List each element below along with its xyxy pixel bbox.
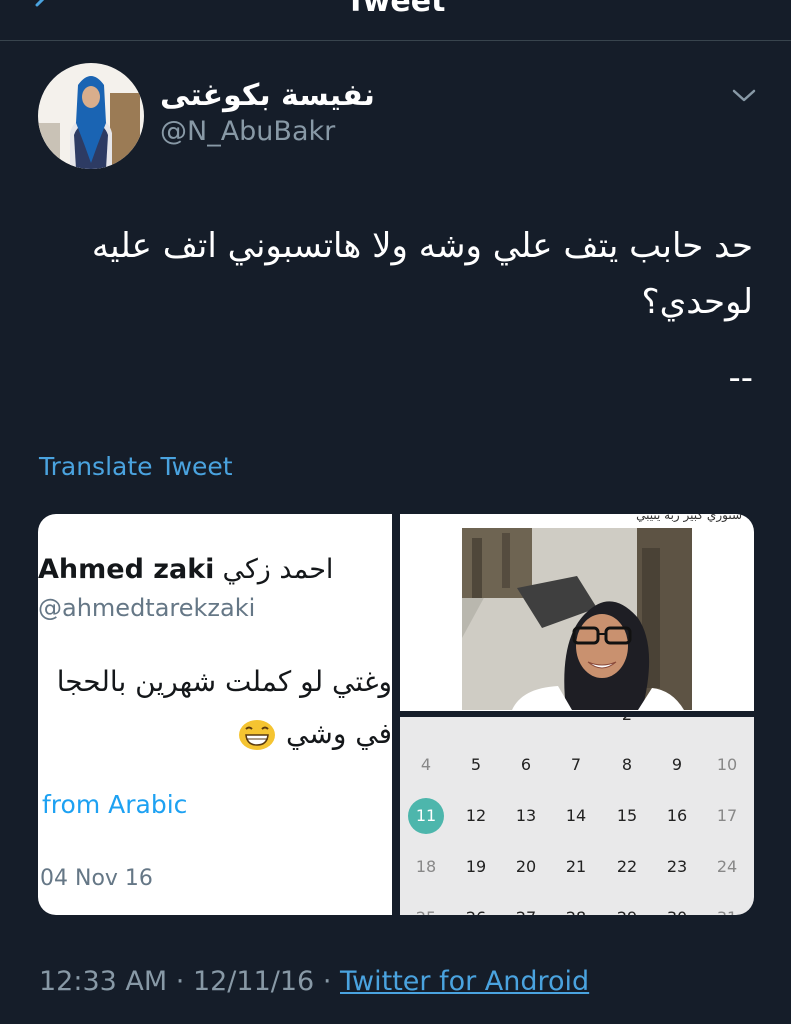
calendar-day: 20	[515, 857, 537, 876]
calendar-day: 8	[621, 755, 633, 774]
calendar-week-row: 11 12 13 14 15 16 17	[400, 798, 754, 834]
laughing-face-icon	[239, 720, 276, 750]
calendar-day: 25	[408, 900, 444, 915]
tweet-source-link[interactable]: Twitter for Android	[340, 966, 589, 997]
selfie-photo-card[interactable]: ستوري كبير ربه يتيبي	[400, 514, 754, 711]
calendar-day: 31	[709, 900, 745, 915]
tweet-metadata: 12:33 AM · 12/11/16 · Twitter for Androi…	[39, 966, 589, 997]
photo-caption: ستوري كبير ربه يتيبي	[636, 514, 742, 522]
quoted-tweet-date: 04 Nov 16	[40, 866, 153, 891]
page-title: Tweet	[345, 0, 446, 19]
tweet-text: حد حابب يتف علي وشه ولا هاتسبوني اتف علي…	[91, 226, 753, 322]
calendar-day: 5	[470, 755, 482, 774]
calendar-week-row: 25 26 27 28 29 30 31	[400, 900, 754, 915]
avatar[interactable]	[38, 63, 144, 169]
calendar-day: 19	[465, 857, 487, 876]
quoted-tweet-screenshot[interactable]: Ahmed zaki احمد زكي @ahmedtarekzaki وغتي …	[38, 514, 392, 915]
calendar-day	[508, 717, 544, 733]
calendar-day: 29	[609, 900, 645, 915]
quoted-author-name: Ahmed zaki احمد زكي	[38, 554, 333, 585]
calendar-day: 16	[666, 806, 688, 825]
calendar-day: 18	[415, 857, 437, 876]
calendar-day: 12	[465, 806, 487, 825]
top-bar: Tweet	[0, 0, 791, 41]
calendar-day	[709, 717, 745, 733]
calendar-day: 10	[716, 755, 738, 774]
calendar-day	[408, 717, 444, 733]
avatar-photo	[38, 63, 144, 169]
selfie-photo	[462, 528, 692, 710]
calendar-day: 13	[515, 806, 537, 825]
calendar-week-row: 18 19 20 21 22 23 24	[400, 849, 754, 885]
quoted-text-line-2-row: في وشي	[38, 708, 392, 760]
chevron-down-icon[interactable]	[730, 86, 758, 106]
calendar-day: 14	[565, 806, 587, 825]
calendar-day: 7	[570, 755, 582, 774]
calendar-day: 11	[408, 798, 444, 834]
calendar-day: 4	[420, 755, 432, 774]
calendar-day: 9	[671, 755, 683, 774]
calendar-day	[558, 717, 594, 733]
quoted-translate-link: from Arabic	[42, 790, 188, 819]
author-display-name[interactable]: نفيسة بكوغتى	[160, 78, 375, 113]
translate-tweet-link[interactable]: Translate Tweet	[39, 452, 233, 481]
quoted-text-line-2: في وشي	[286, 717, 392, 750]
calendar-screenshot[interactable]: 2456789101112131415161718192021222324252…	[400, 717, 754, 915]
tweet-trailing-text: --	[728, 358, 753, 398]
calendar-day	[458, 717, 494, 733]
calendar-day: 2	[609, 717, 645, 733]
tweet-date: 12/11/16	[192, 966, 315, 997]
author-handle[interactable]: @N_AbuBakr	[160, 116, 335, 147]
calendar-day: 28	[558, 900, 594, 915]
calendar-day: 22	[616, 857, 638, 876]
quoted-text-line-1: وغتي لو كملت شهرين بالحجا	[56, 665, 392, 698]
calendar-day: 6	[520, 755, 532, 774]
calendar-day	[659, 717, 695, 733]
quoted-author-name-en: Ahmed zaki	[38, 554, 215, 585]
calendar-day: 27	[508, 900, 544, 915]
calendar-day: 24	[716, 857, 738, 876]
calendar-week-row: 2	[400, 717, 754, 733]
meta-separator: ·	[175, 966, 185, 997]
calendar-day: 30	[659, 900, 695, 915]
calendar-day: 26	[458, 900, 494, 915]
tweet-time: 12:33 AM	[39, 966, 168, 997]
calendar-day: 15	[616, 806, 638, 825]
meta-separator: ·	[322, 966, 332, 997]
calendar-day: 17	[716, 806, 738, 825]
quoted-author-handle: @ahmedtarekzaki	[38, 594, 256, 622]
media-grid[interactable]: Ahmed zaki احمد زكي @ahmedtarekzaki وغتي …	[38, 514, 754, 915]
quoted-author-name-ar: احمد زكي	[222, 554, 334, 585]
quoted-tweet-text: وغتي لو كملت شهرين بالحجا في وشي	[38, 656, 392, 760]
calendar-week-row: 4 5 6 7 8 9 10	[400, 747, 754, 783]
calendar-day: 21	[565, 857, 587, 876]
calendar-day: 23	[666, 857, 688, 876]
